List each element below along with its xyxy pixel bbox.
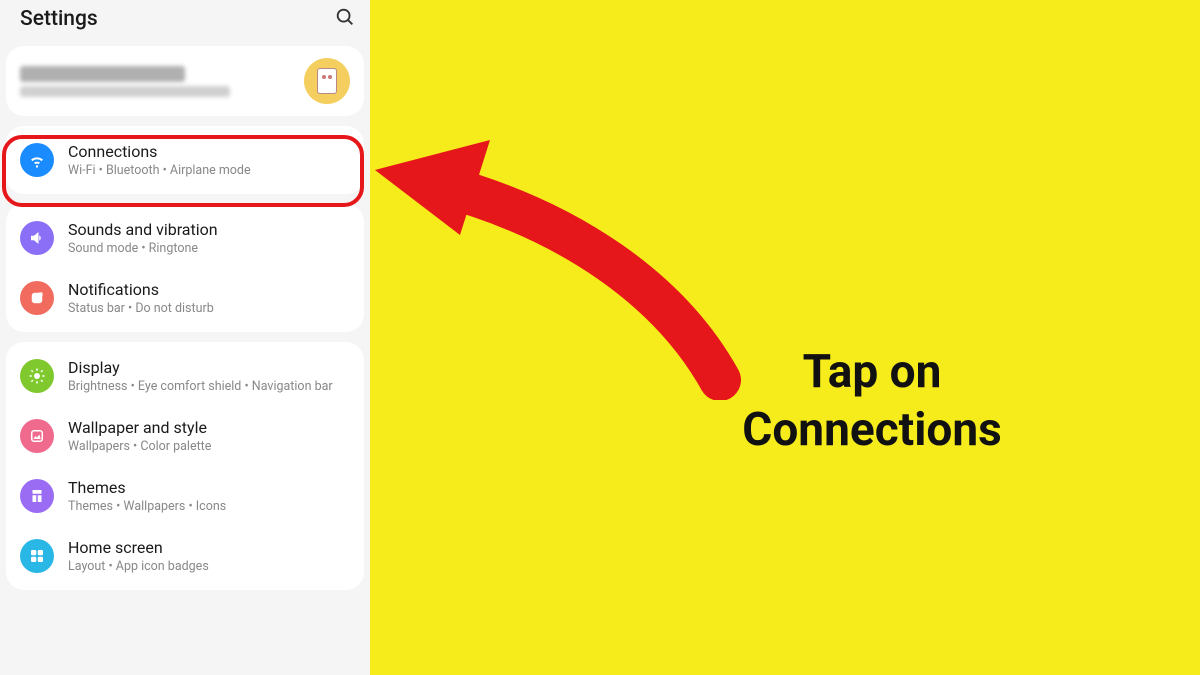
row-sub: Wallpapers • Color palette [68,439,211,454]
page-title: Settings [20,7,98,31]
row-sub: Themes • Wallpapers • Icons [68,499,226,514]
display-icon [20,359,54,393]
settings-group-sound-notif: Sounds and vibration Sound mode • Ringto… [6,204,364,332]
row-title: Sounds and vibration [68,220,218,239]
settings-screen: Settings Connections Wi-Fi [0,0,370,675]
wallpaper-icon [20,419,54,453]
row-sub: Wi-Fi • Bluetooth • Airplane mode [68,163,251,178]
notifications-icon [20,281,54,315]
row-title: Themes [68,478,226,497]
row-wallpaper[interactable]: Wallpaper and style Wallpapers • Color p… [6,406,364,466]
row-home-screen[interactable]: Home screen Layout • App icon badges [6,526,364,586]
row-connections[interactable]: Connections Wi-Fi • Bluetooth • Airplane… [6,130,364,190]
instruction-line1: Tap on [803,345,942,399]
themes-icon [20,479,54,513]
row-sub: Layout • App icon badges [68,559,209,574]
search-icon[interactable] [334,6,356,32]
settings-group-connections: Connections Wi-Fi • Bluetooth • Airplane… [6,126,364,194]
row-title: Home screen [68,538,209,557]
settings-group-display: Display Brightness • Eye comfort shield … [6,342,364,590]
sound-icon [20,221,54,255]
row-notifications[interactable]: Notifications Status bar • Do not distur… [6,268,364,328]
row-sub: Sound mode • Ringtone [68,241,218,256]
settings-header: Settings [0,0,370,38]
home-icon [20,539,54,573]
row-title: Wallpaper and style [68,418,211,437]
avatar [304,58,350,104]
account-name-blurred [20,66,185,82]
row-display[interactable]: Display Brightness • Eye comfort shield … [6,346,364,406]
instruction-text: Tap on Connections [592,344,1152,459]
account-card[interactable] [6,46,364,116]
instruction-line2: Connections [742,403,1002,457]
row-themes[interactable]: Themes Themes • Wallpapers • Icons [6,466,364,526]
row-sounds[interactable]: Sounds and vibration Sound mode • Ringto… [6,208,364,268]
row-sub: Status bar • Do not disturb [68,301,214,316]
row-title: Connections [68,142,251,161]
wifi-icon [20,143,54,177]
canvas: Settings Connections Wi-Fi [0,0,1200,675]
account-text [20,62,304,101]
account-sub-blurred [20,86,230,97]
row-sub: Brightness • Eye comfort shield • Naviga… [68,379,333,394]
row-title: Notifications [68,280,214,299]
row-text: Connections Wi-Fi • Bluetooth • Airplane… [68,142,251,178]
row-title: Display [68,358,333,377]
